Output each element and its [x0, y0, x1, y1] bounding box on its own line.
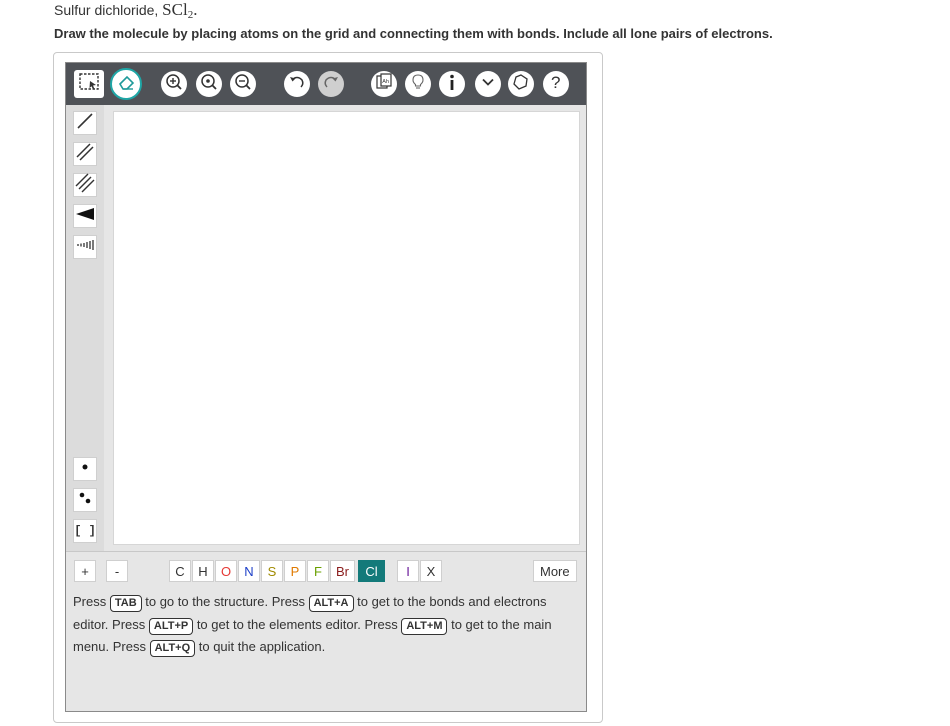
hash-bond-button[interactable] [73, 235, 97, 259]
template-icon: Ah [374, 72, 394, 97]
select-tool-button[interactable] [74, 70, 104, 98]
radical-icon [75, 457, 95, 482]
element-button-o[interactable]: O [215, 560, 237, 582]
double-bond-icon [75, 142, 95, 167]
kbd-alt-p: ALT+P [148, 617, 194, 635]
svg-text:Ah: Ah [382, 79, 389, 85]
chevron-down-icon [478, 72, 498, 97]
zoom-reset-icon [199, 72, 219, 97]
element-button-p[interactable]: P [284, 560, 306, 582]
keyboard-help: Press TAB to go to the structure. Press … [73, 591, 581, 659]
question-title-text: Sulfur dichloride, [54, 2, 159, 18]
info-icon [442, 72, 462, 97]
single-bond-button[interactable] [73, 111, 97, 135]
zoom-out-button[interactable] [230, 71, 256, 97]
drawing-canvas[interactable] [113, 111, 580, 545]
lone-pair-icon [75, 488, 95, 513]
expand-button[interactable] [475, 71, 501, 97]
element-button-s[interactable]: S [261, 560, 283, 582]
redo-button[interactable] [318, 71, 344, 97]
clean-icon [511, 72, 531, 97]
bond-tools-panel: [ ] [66, 105, 104, 551]
undo-button[interactable] [284, 71, 310, 97]
clean-button[interactable] [508, 71, 534, 97]
kbd-alt-m: ALT+M [401, 617, 448, 635]
element-button-n[interactable]: N [238, 560, 260, 582]
help-icon: ? [546, 72, 566, 97]
lone-pair-button[interactable] [73, 488, 97, 512]
element-button-x[interactable]: X [420, 560, 442, 582]
element-button-c[interactable]: C [169, 560, 191, 582]
triple-bond-button[interactable] [73, 173, 97, 197]
wedge-bond-button[interactable] [73, 204, 97, 228]
zoom-reset-button[interactable] [196, 71, 222, 97]
brackets-button[interactable]: [ ] [73, 519, 97, 543]
double-bond-button[interactable] [73, 142, 97, 166]
charge-plus-button[interactable]: + [74, 560, 96, 582]
brackets-icon: [ ] [74, 524, 96, 538]
single-bond-icon [75, 111, 95, 136]
hash-bond-icon [75, 235, 95, 260]
question-instruction: Draw the molecule by placing atoms on th… [54, 26, 773, 41]
redo-icon [321, 72, 341, 97]
help-button[interactable]: ? [543, 71, 569, 97]
question-title: Sulfur dichloride, SCl2. [54, 0, 197, 21]
element-button-cl[interactable]: Cl [358, 560, 385, 582]
wedge-bond-icon [75, 204, 95, 229]
info-button[interactable] [439, 71, 465, 97]
element-button-f[interactable]: F [307, 560, 329, 582]
more-elements-button[interactable]: More [533, 560, 577, 582]
eraser-icon [116, 72, 136, 97]
molecule-editor: Ah ? [] + - More C H O N S P F Br Cl I … [65, 62, 587, 712]
formula: SCl2. [162, 0, 198, 21]
kbd-alt-a: ALT+A [308, 595, 354, 612]
undo-icon [287, 72, 307, 97]
hint-button[interactable] [405, 71, 431, 97]
radical-button[interactable] [73, 457, 97, 481]
charge-minus-button[interactable]: - [106, 560, 128, 582]
element-button-h[interactable]: H [192, 560, 214, 582]
elements-bar: + - More C H O N S P F Br Cl I X [66, 551, 586, 590]
element-button-br[interactable]: Br [330, 560, 355, 582]
select-icon [79, 72, 99, 97]
triple-bond-icon [75, 173, 95, 198]
template-button[interactable]: Ah [371, 71, 397, 97]
main-toolbar: Ah ? [66, 63, 586, 105]
zoom-in-icon [164, 72, 184, 97]
zoom-out-icon [233, 72, 253, 97]
eraser-button[interactable] [110, 68, 142, 100]
svg-text:?: ? [551, 73, 560, 92]
element-button-i[interactable]: I [397, 560, 419, 582]
kbd-tab: TAB [109, 595, 142, 612]
zoom-in-button[interactable] [161, 71, 187, 97]
kbd-alt-q: ALT+Q [149, 640, 196, 657]
hint-icon [408, 72, 428, 97]
